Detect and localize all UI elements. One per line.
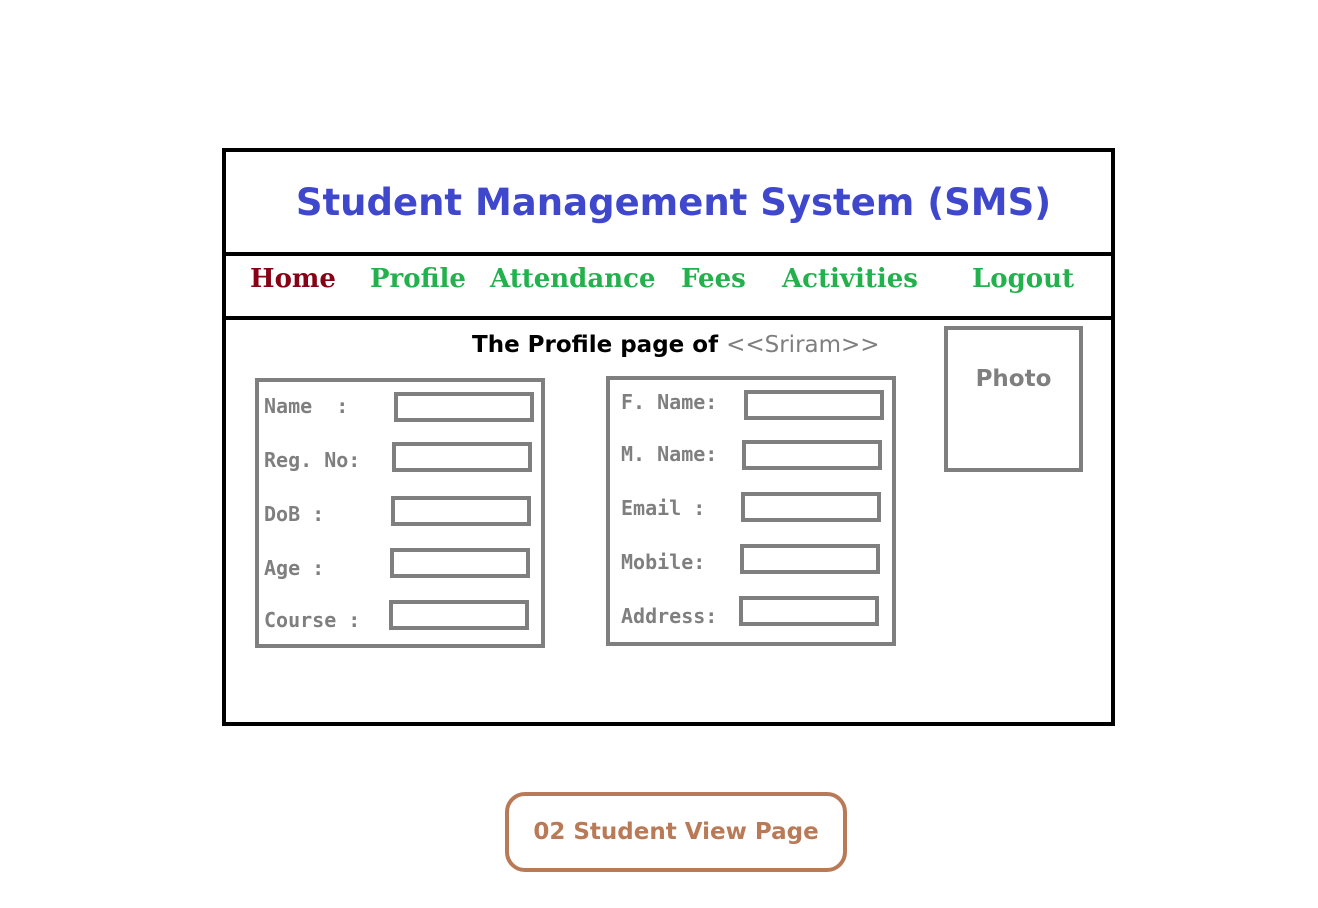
address-field[interactable] <box>739 596 879 626</box>
nav-item-profile[interactable]: Profile <box>370 264 466 294</box>
mobile-label: Mobile: <box>621 550 706 574</box>
dob-label: DoB : <box>264 502 325 526</box>
app-header: Student Management System (SMS) <box>226 152 1111 256</box>
father-name-field[interactable] <box>744 390 884 420</box>
age-field[interactable] <box>390 548 530 578</box>
field-row-mobile: Mobile: <box>610 544 892 578</box>
name-label: Name : <box>264 394 349 418</box>
page-title-prefix: The Profile page of <box>472 332 727 358</box>
field-row-address: Address: <box>610 596 892 630</box>
nav-item-home[interactable]: Home <box>250 264 336 294</box>
field-row-father-name: F. Name: <box>610 388 892 422</box>
page-title: The Profile page of <<Sriram>> <box>472 332 880 358</box>
nav-item-fees[interactable]: Fees <box>681 264 746 294</box>
contact-details-panel: F. Name: M. Name: Email : Mobile: Addres… <box>606 376 896 646</box>
nav-item-attendance[interactable]: Attendance <box>490 264 655 294</box>
course-field[interactable] <box>389 600 529 630</box>
field-row-mother-name: M. Name: <box>610 440 892 474</box>
app-title: Student Management System (SMS) <box>295 180 1052 224</box>
field-row-age: Age : <box>259 548 541 582</box>
age-label: Age : <box>264 556 325 580</box>
field-row-name: Name : <box>259 390 541 424</box>
course-label: Course : <box>264 608 361 632</box>
address-label: Address: <box>621 604 718 628</box>
field-row-email: Email : <box>610 492 892 526</box>
dob-field[interactable] <box>391 496 531 526</box>
nav-item-logout[interactable]: Logout <box>972 264 1074 294</box>
email-label: Email : <box>621 496 706 520</box>
father-name-label: F. Name: <box>621 390 718 414</box>
mobile-field[interactable] <box>740 544 880 574</box>
caption-box: 02 Student View Page <box>505 792 847 872</box>
photo-label: Photo <box>975 366 1052 392</box>
field-row-course: Course : <box>259 600 541 634</box>
mother-name-field[interactable] <box>742 440 882 470</box>
email-field[interactable] <box>741 492 881 522</box>
mother-name-label: M. Name: <box>621 442 718 466</box>
reg-no-label: Reg. No: <box>264 448 361 472</box>
personal-details-panel: Name : Reg. No: DoB : Age : Course : <box>255 378 545 648</box>
photo-placeholder[interactable]: Photo <box>944 326 1083 472</box>
field-row-reg-no: Reg. No: <box>259 442 541 476</box>
student-name: <<Sriram>> <box>726 332 880 358</box>
reg-no-field[interactable] <box>392 442 532 472</box>
name-field[interactable] <box>394 392 534 422</box>
caption-text: 02 Student View Page <box>533 819 819 845</box>
app-window: Student Management System (SMS) Home Pro… <box>222 148 1115 726</box>
profile-content: The Profile page of <<Sriram>> Name : Re… <box>226 320 1111 722</box>
nav-item-activities[interactable]: Activities <box>782 264 918 294</box>
field-row-dob: DoB : <box>259 496 541 530</box>
nav-bar: Home Profile Attendance Fees Activities … <box>226 256 1111 320</box>
